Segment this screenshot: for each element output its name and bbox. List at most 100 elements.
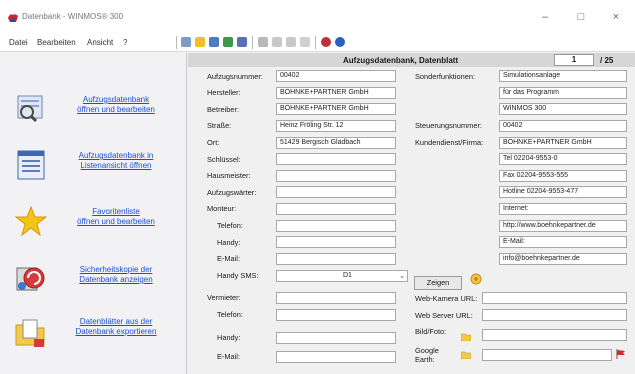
folder-icon[interactable] [461,351,471,359]
field-label: Aufzugsnummer: [207,72,263,81]
search-db-icon[interactable] [181,37,191,47]
target-icon[interactable] [470,273,482,285]
list-icon[interactable] [209,37,219,47]
toolbar-separator [252,36,253,49]
field-label: Steuerungsnummer: [415,121,482,130]
field-label: Web-Kamera URL: [415,294,478,303]
aufzugswaerter-field[interactable] [276,186,396,198]
kundendienst-internet-label-field[interactable]: Internet: [499,203,627,215]
sidebar: Aufzugsdatenbank öffnen und bearbeiten A… [0,53,187,374]
info-icon[interactable] [335,37,345,47]
sidebar-item-list-view[interactable]: Aufzugsdatenbank in Listenansicht öffnen [0,143,187,187]
webserver-url-field[interactable] [482,309,627,321]
field-label: Kundendienst/Firma: [415,138,484,147]
monteur-handy-field[interactable] [276,236,396,248]
kundendienst-email-label-field[interactable]: E-Mail: [499,236,627,248]
vermieter-field[interactable] [276,292,396,304]
paste-icon[interactable] [286,37,296,47]
vermieter-handy-field[interactable] [276,332,396,344]
sidebar-label-line1[interactable]: Aufzugsdatenbank [52,95,180,105]
sidebar-label-line1[interactable]: Sicherheitskopie der [52,265,180,275]
ort-field[interactable]: 51429 Bergisch Gladbach [276,137,396,149]
list-view-icon [17,150,45,180]
toolbar-separator [176,36,177,49]
field-label: Earth: [415,355,435,364]
sidebar-item-open-database[interactable]: Aufzugsdatenbank öffnen und bearbeiten [0,88,187,132]
field-label: Schlüssel: [207,155,241,164]
sidebar-label-line2[interactable]: Datenbank anzeigen [52,275,180,285]
field-label: Aufzugswärter: [207,188,257,197]
vermieter-telefon-field[interactable] [276,309,396,321]
menu-ansicht[interactable]: Ansicht [87,38,113,47]
hausmeister-field[interactable] [276,170,396,182]
sidebar-item-favorites[interactable]: Favoritenliste öffnen und bearbeiten [0,201,187,245]
sidebar-label-line1[interactable]: Datenblätter aus der [52,317,180,327]
kundendienst-url-field[interactable]: http://www.boehnkepartner.de [499,220,627,232]
flag-icon[interactable] [616,349,626,359]
folder-icon[interactable] [461,333,471,341]
sidebar-item-export[interactable]: Datenblätter aus der Datenbank exportier… [0,311,187,355]
minimize-button[interactable]: – [530,9,560,25]
page-number-input[interactable]: 1 [554,54,594,66]
field-label: Hausmeister: [207,171,251,180]
field-label: Straße: [207,121,232,130]
schluessel-field[interactable] [276,153,396,165]
google-earth-field[interactable] [482,349,612,361]
webcam-url-field[interactable] [482,292,627,304]
menu-help[interactable]: ? [123,38,127,47]
aufzugsnummer-field[interactable]: 00402 [276,70,396,82]
star-icon[interactable] [195,37,205,47]
field-label: Handy SMS: [217,271,259,280]
copy-icon[interactable] [272,37,282,47]
bild-foto-field[interactable] [482,329,627,341]
chevron-down-icon[interactable]: ⌄ [399,271,405,280]
settings-icon[interactable] [321,37,331,47]
field-label: Google [415,346,439,355]
database-search-icon [17,95,43,123]
field-label: E-Mail: [217,254,240,263]
sonderfunktionen-line3-field[interactable]: WINMOS 300 [499,103,627,115]
vermieter-email-field[interactable] [276,351,396,363]
menu-bar: Datei Bearbeiten Ansicht ? [0,34,635,52]
sidebar-label-line2[interactable]: öffnen und bearbeiten [52,217,180,227]
field-label: E-Mail: [217,352,240,361]
field-label: Telefon: [217,221,243,230]
kundendienst-hotline-field[interactable]: Hotline 02204-9553-477 [499,186,627,198]
hersteller-field[interactable]: BÖHNKE+PARTNER GmbH [276,87,396,99]
field-label: Web Server URL: [415,311,473,320]
field-label: Vermieter: [207,293,241,302]
monteur-field[interactable] [276,203,396,215]
kundendienst-tel-field[interactable]: Tel 02204-9553-0 [499,153,627,165]
handy-sms-select[interactable]: D1 [276,270,408,282]
kundendienst-field[interactable]: BÖHNKE+PARTNER GmbH [499,137,627,149]
title-bar: Datenbank - WINMOS® 300 – □ × [0,0,635,34]
field-label: Ort: [207,138,220,147]
strasse-field[interactable]: Heinz Fröling Str. 12 [276,120,396,132]
sidebar-label-line2[interactable]: Listenansicht öffnen [52,161,180,171]
steuerungsnummer-field[interactable]: 00402 [499,120,627,132]
kundendienst-email-field[interactable]: info@boehnkepartner.de [499,253,627,265]
betreiber-field[interactable]: BÖHNKE+PARTNER GmbH [276,103,396,115]
close-button[interactable]: × [601,9,631,25]
print-icon[interactable] [300,37,310,47]
sidebar-label-line2[interactable]: Datenbank exportieren [52,327,180,337]
sonderfunktionen-field[interactable]: Simulationsanlage [499,70,627,82]
sonderfunktionen-line2-field[interactable]: für das Programm [499,87,627,99]
monteur-email-field[interactable] [276,253,396,265]
field-label: Monteur: [207,204,237,213]
sidebar-item-backup[interactable]: Sicherheitskopie der Datenbank anzeigen [0,258,187,302]
menu-datei[interactable]: Datei [9,38,28,47]
cut-icon[interactable] [258,37,268,47]
sidebar-label-line2[interactable]: öffnen und bearbeiten [52,105,180,115]
zeigen-button[interactable]: Zeigen [414,276,462,290]
menu-bearbeiten[interactable]: Bearbeiten [37,38,76,47]
monteur-telefon-field[interactable] [276,220,396,232]
sidebar-label-line1[interactable]: Favoritenliste [52,207,180,217]
page-total: / 25 [600,56,614,65]
maximize-button[interactable]: □ [566,9,596,25]
backup-icon[interactable] [223,37,233,47]
sidebar-label-line1[interactable]: Aufzugsdatenbank in [52,151,180,161]
export-icon[interactable] [237,37,247,47]
kundendienst-fax-field[interactable]: Fax 02204-9553-555 [499,170,627,182]
window-title: Datenbank - WINMOS® 300 [22,12,124,21]
